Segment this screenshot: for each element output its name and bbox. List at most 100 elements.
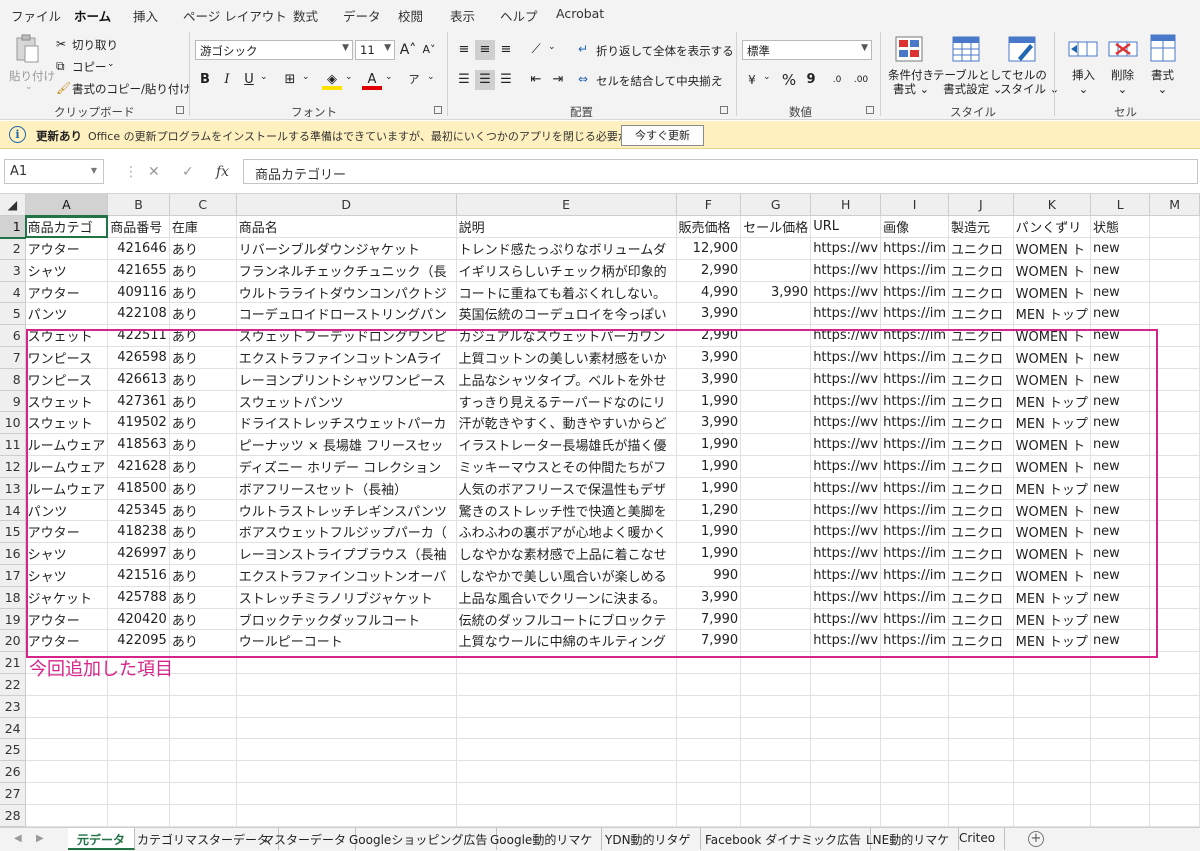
table-cell[interactable] [1090, 695, 1151, 718]
table-cell[interactable]: 422511 [107, 324, 170, 348]
underline-button[interactable]: U [239, 70, 259, 90]
table-cell[interactable] [1149, 302, 1200, 326]
copy-dropdown-icon[interactable]: ⌄ [107, 59, 115, 69]
table-cell[interactable] [676, 760, 742, 784]
column-header-c[interactable]: C [169, 194, 237, 217]
table-cell[interactable]: new [1090, 433, 1151, 457]
table-cell[interactable]: https://im [880, 477, 949, 500]
table-cell[interactable]: https://im [880, 542, 949, 566]
row-header[interactable]: 12 [0, 455, 26, 478]
table-cell[interactable]: パンツ [25, 499, 109, 522]
table-cell[interactable] [1149, 259, 1200, 282]
table-cell[interactable]: あり [169, 390, 237, 413]
table-cell[interactable]: MEN トップ [1013, 586, 1091, 609]
table-cell[interactable]: https://im [880, 411, 949, 435]
table-cell[interactable] [169, 782, 237, 805]
cell-styles-button[interactable]: セルの スタイル ⌄ [1000, 68, 1059, 96]
table-cell[interactable] [236, 651, 457, 675]
table-cell[interactable]: あり [169, 281, 237, 304]
table-cell[interactable]: ユニクロ [948, 499, 1014, 522]
tab-file[interactable]: ファイル [11, 6, 61, 25]
table-cell[interactable]: MEN トップ [1013, 629, 1091, 653]
number-format-select[interactable]: 標準 ▼ [742, 40, 872, 60]
table-cell[interactable]: 421628 [107, 455, 170, 478]
table-cell[interactable] [1149, 368, 1200, 391]
table-cell[interactable] [740, 237, 812, 260]
table-cell[interactable]: ボアフリースセット（長袖） [236, 477, 457, 500]
table-cell[interactable] [740, 346, 812, 369]
table-cell[interactable]: 7,990 [676, 629, 742, 653]
table-cell[interactable]: ユニクロ [948, 281, 1014, 304]
row-header[interactable]: 13 [0, 477, 26, 500]
table-cell[interactable]: https://im [880, 259, 949, 282]
table-cell[interactable]: 2,990 [676, 259, 742, 282]
table-cell[interactable]: https://im [880, 520, 949, 544]
table-cell[interactable] [1149, 564, 1200, 587]
table-cell[interactable]: new [1090, 237, 1151, 260]
italic-button[interactable]: I [217, 70, 237, 90]
table-cell[interactable]: 3,990 [676, 586, 742, 609]
tab-review[interactable]: 校閲 [398, 6, 423, 25]
table-cell[interactable]: new [1090, 586, 1151, 609]
table-cell[interactable] [948, 717, 1014, 740]
align-top-icon[interactable]: ≡ [454, 40, 474, 60]
table-cell[interactable]: ユニクロ [948, 520, 1014, 544]
table-cell[interactable]: あり [169, 477, 237, 500]
table-cell[interactable]: 上品な風合いでクリーンに決まる。 [456, 586, 677, 609]
table-cell[interactable] [740, 477, 812, 500]
row-header[interactable]: 15 [0, 520, 26, 544]
table-cell[interactable] [1013, 738, 1091, 762]
table-cell[interactable] [810, 651, 882, 675]
table-cell[interactable] [1013, 804, 1091, 827]
decrease-decimal-button[interactable]: .00 [851, 70, 871, 90]
insert-function-button[interactable]: fx [216, 164, 229, 180]
scroll-right-icon[interactable]: ▶ [36, 833, 44, 844]
table-cell[interactable]: 英国伝統のコーデュロイを今っぽい [456, 302, 677, 326]
wrap-text-button[interactable]: 折り返して全体を表示する [596, 43, 734, 59]
table-cell[interactable]: カジュアルなスウェットパーカワン [456, 324, 677, 348]
table-cell[interactable]: スウェット [25, 411, 109, 435]
table-cell[interactable]: あり [169, 368, 237, 391]
table-cell[interactable]: あり [169, 411, 237, 435]
table-cell[interactable] [1013, 717, 1091, 740]
table-cell[interactable] [1149, 738, 1200, 762]
table-cell[interactable] [676, 673, 742, 696]
table-cell[interactable] [1149, 673, 1200, 696]
table-cell[interactable]: ウルトラライトダウンコンパクトジ [236, 281, 457, 304]
bold-button[interactable]: B [195, 70, 215, 90]
table-cell[interactable]: リバーシブルダウンジャケット [236, 237, 457, 260]
table-cell[interactable]: new [1090, 564, 1151, 587]
font-color-dropdown-icon[interactable]: ⌄ [385, 72, 393, 82]
tab-data[interactable]: データ [343, 6, 381, 25]
table-cell[interactable]: 1,990 [676, 477, 742, 500]
table-cell[interactable]: 説明 [456, 215, 677, 239]
table-cell[interactable]: しなやかで美しい風合いが楽しめる [456, 564, 677, 587]
table-cell[interactable] [236, 760, 457, 784]
table-cell[interactable] [1149, 760, 1200, 784]
shrink-font-button[interactable]: A˅ [419, 40, 439, 60]
table-cell[interactable] [236, 804, 457, 827]
table-cell[interactable] [1149, 455, 1200, 478]
phonetic-button[interactable]: ア [404, 70, 424, 90]
table-cell[interactable] [1149, 281, 1200, 304]
table-cell[interactable]: WOMEN ト [1013, 237, 1091, 260]
table-cell[interactable]: https://wv [810, 520, 882, 544]
table-cell[interactable]: あり [169, 629, 237, 653]
align-bottom-icon[interactable]: ≡ [496, 40, 516, 60]
table-cell[interactable] [1149, 499, 1200, 522]
table-cell[interactable] [169, 695, 237, 718]
row-header[interactable]: 9 [0, 390, 26, 413]
table-cell[interactable] [456, 695, 677, 718]
table-cell[interactable]: シャツ [25, 564, 109, 587]
table-cell[interactable]: ルームウェア [25, 433, 109, 457]
table-cell[interactable]: 3,990 [676, 411, 742, 435]
paste-dropdown-icon[interactable]: ⌄ [25, 82, 33, 92]
row-header[interactable]: 26 [0, 760, 26, 784]
table-cell[interactable] [880, 651, 949, 675]
row-header[interactable]: 23 [0, 695, 26, 718]
table-cell[interactable] [948, 738, 1014, 762]
table-cell[interactable]: 990 [676, 564, 742, 587]
table-cell[interactable]: WOMEN ト [1013, 281, 1091, 304]
table-cell[interactable]: https://im [880, 586, 949, 609]
column-header-l[interactable]: L [1090, 194, 1151, 217]
